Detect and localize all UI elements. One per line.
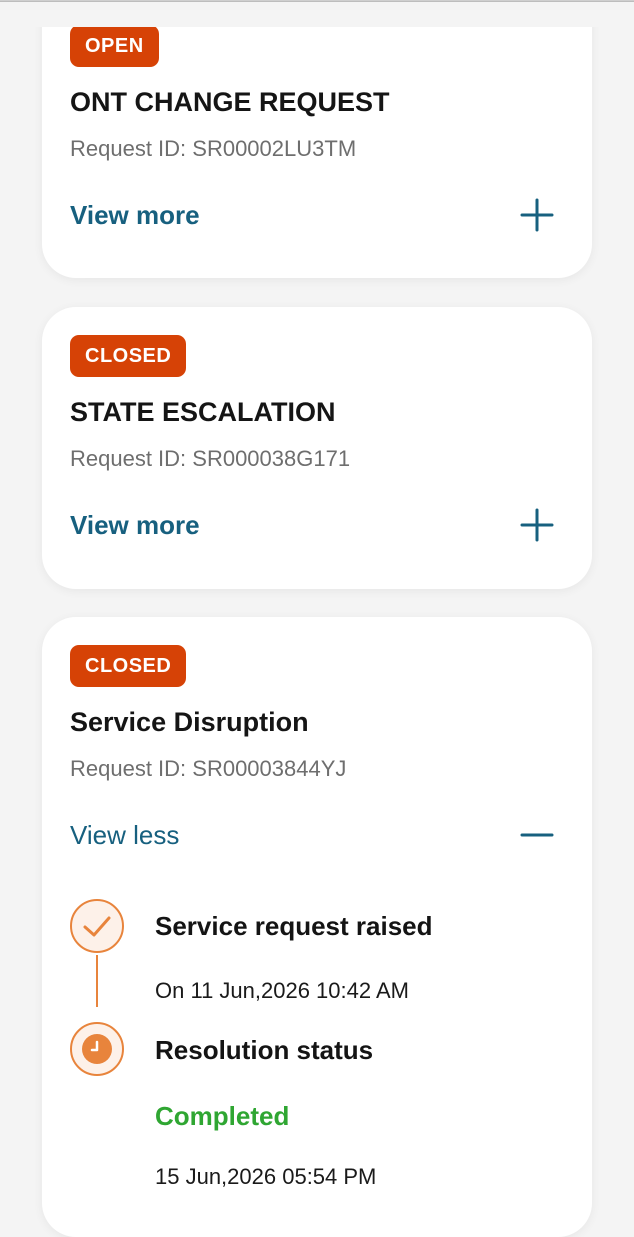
timeline-connector: [96, 955, 98, 1007]
request-id: Request ID: SR00003844YJ: [70, 756, 347, 781]
request-title: ONT CHANGE REQUEST: [70, 87, 390, 117]
request-title: STATE ESCALATION: [70, 397, 336, 427]
top-bar: [0, 0, 634, 27]
minus-icon[interactable]: [520, 818, 554, 852]
status-badge: OPEN: [70, 25, 159, 67]
status-badge: CLOSED: [70, 645, 187, 687]
request-id: Request ID: SR00002LU3TM: [70, 136, 357, 161]
view-more-link[interactable]: View more: [70, 200, 200, 231]
timeline-step-title: Resolution status: [155, 1035, 374, 1065]
timeline-step-date: 15 Jun,2026 05:54 PM: [155, 1164, 377, 1189]
status-badge: CLOSED: [70, 335, 187, 377]
timeline-step-date: On 11 Jun,2026 10:42 AM: [155, 978, 409, 1003]
request-title: Service Disruption: [70, 707, 309, 737]
check-icon: [70, 899, 124, 953]
service-request-card-expanded: CLOSED Service Disruption Request ID: SR…: [42, 617, 592, 1237]
plus-icon[interactable]: [520, 508, 554, 542]
view-less-link[interactable]: View less: [70, 820, 179, 851]
request-id: Request ID: SR000038G171: [70, 446, 351, 471]
resolution-status-value: Completed: [155, 1101, 290, 1131]
plus-icon[interactable]: [520, 198, 554, 232]
service-request-card: CLOSED STATE ESCALATION Request ID: SR00…: [42, 307, 592, 589]
clock-icon: [70, 1022, 124, 1076]
service-request-card: OPEN ONT CHANGE REQUEST Request ID: SR00…: [42, 0, 592, 278]
view-more-link[interactable]: View more: [70, 510, 200, 541]
top-divider: [0, 1, 634, 2]
timeline-step-title: Service request raised: [155, 911, 433, 941]
